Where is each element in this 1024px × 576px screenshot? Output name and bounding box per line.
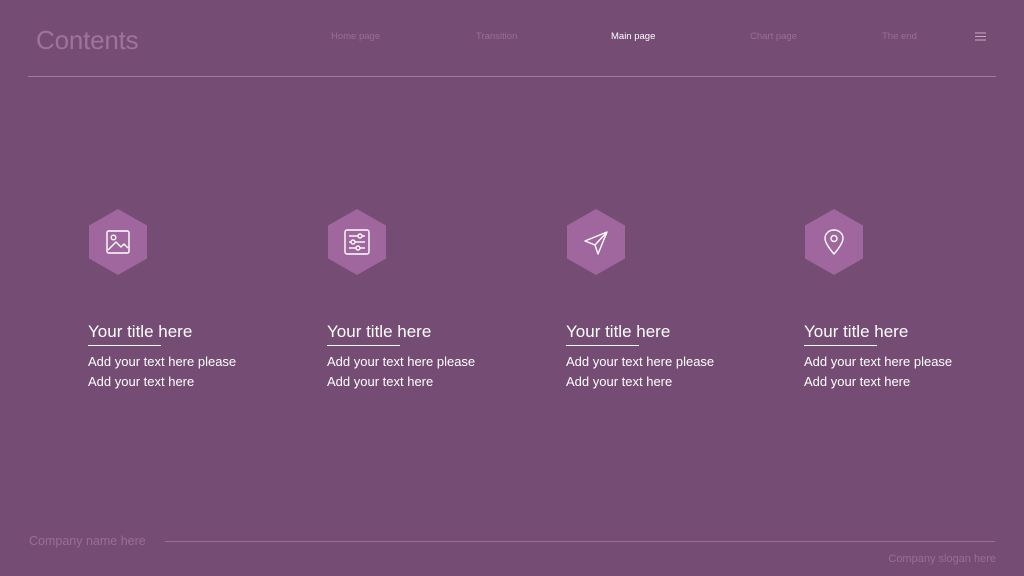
header-divider <box>28 76 996 77</box>
hexagon-badge <box>89 209 147 275</box>
slide-page: Contents Home page Transition Main page … <box>0 0 1024 576</box>
card-title-underline <box>327 345 400 346</box>
card-title: Your title here <box>88 322 193 341</box>
feature-card-4: Your title here Add your text here pleas… <box>804 208 984 418</box>
card-title: Your title here <box>327 322 432 341</box>
card-title-underline <box>88 345 161 346</box>
card-title-underline <box>566 345 639 346</box>
footer-company-name: Company name here <box>29 534 146 548</box>
hexagon-badge <box>567 209 625 275</box>
nav-item-home-page[interactable]: Home page <box>331 31 380 42</box>
card-title: Your title here <box>804 322 909 341</box>
hamburger-menu-icon[interactable] <box>974 31 987 42</box>
nav-item-main-page[interactable]: Main page <box>611 31 655 42</box>
card-text: Add your text here please Add your text … <box>88 354 237 389</box>
nav-item-chart-page[interactable]: Chart page <box>750 31 797 42</box>
feature-card-2: Your title here Add your text here pleas… <box>327 208 507 418</box>
footer-divider <box>165 541 995 542</box>
footer-company-slogan: Company slogan here <box>888 553 996 565</box>
hexagon-badge <box>328 209 386 275</box>
card-title-underline <box>804 345 877 346</box>
hexagon-badge <box>805 209 863 275</box>
feature-card-3: Your title here Add your text here pleas… <box>566 208 746 418</box>
feature-card-1: Your title here Add your text here pleas… <box>88 208 268 418</box>
nav-item-the-end[interactable]: The end <box>882 31 917 42</box>
card-text: Add your text here please Add your text … <box>804 354 953 389</box>
top-nav: Home page Transition Main page Chart pag… <box>0 31 1024 45</box>
card-title: Your title here <box>566 322 671 341</box>
card-text: Add your text here please Add your text … <box>327 354 476 389</box>
card-text: Add your text here please Add your text … <box>566 354 715 389</box>
nav-item-transition[interactable]: Transition <box>476 31 517 42</box>
